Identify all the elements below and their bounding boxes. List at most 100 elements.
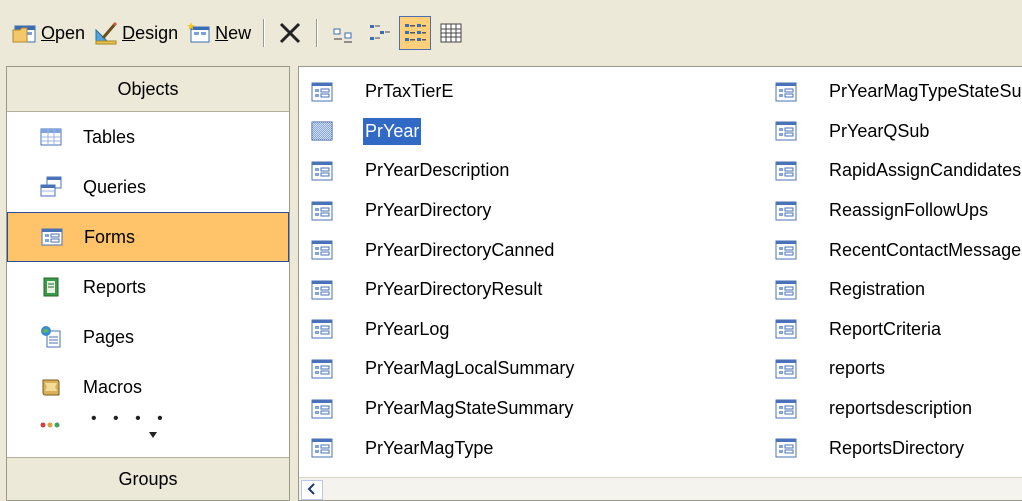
form-list-item-label: ReassignFollowUps [829, 200, 989, 221]
large-icons-button[interactable] [327, 16, 359, 50]
details-view-icon [438, 20, 464, 46]
objects-header[interactable]: Objects [7, 67, 289, 112]
objects-item-tables[interactable]: Tables [7, 112, 289, 162]
groups-header[interactable]: Groups [7, 457, 289, 500]
delete-button[interactable] [274, 16, 306, 50]
objects-item-label: Queries [83, 176, 147, 197]
form-list-item[interactable]: PrYearDescription [311, 151, 576, 191]
form-list-item[interactable]: PrYearQSub [775, 112, 1022, 152]
form-list-item-label: Registration [829, 279, 926, 300]
form-list-item-label: ReportsDirectory [829, 437, 965, 458]
form-icon [775, 280, 797, 300]
objects-item-label: Macros [83, 376, 143, 397]
form-icon [775, 240, 797, 260]
forms-list-column-2: PrYearMagTypeStateSummary PrYearQSub Rapid… [775, 72, 1022, 468]
form-list-item[interactable]: reports [775, 349, 1022, 389]
form-icon [775, 438, 797, 458]
small-icons-button[interactable] [363, 16, 395, 50]
design-ruler-icon [93, 20, 119, 46]
form-list-item-label: PrYearMagLocalSummary [365, 358, 575, 379]
form-list-item-label: PrYearDirectoryCanned [365, 239, 555, 260]
form-list-item[interactable]: ReportCriteria [775, 310, 1022, 350]
form-list-item-label: PrYear [363, 117, 422, 145]
form-icon [775, 319, 797, 339]
form-list-item[interactable]: PrYear [311, 112, 576, 152]
objects-item-label: Tables [83, 126, 136, 147]
form-list-item[interactable]: PrYearDirectoryResult [311, 270, 576, 310]
form-list-item[interactable]: PrYearMagLocalSummary [311, 349, 576, 389]
toolbar-separator [263, 19, 265, 47]
form-icon [311, 359, 333, 379]
form-list-item-label: RecentContactMessages [829, 239, 1022, 260]
form-list-item[interactable]: PrYearDirectory [311, 191, 576, 231]
report-icon [39, 275, 63, 299]
objects-item-pages[interactable]: Pages [7, 312, 289, 362]
form-list-item[interactable]: PrYearMagType [311, 428, 576, 468]
objects-item-queries[interactable]: Queries [7, 162, 289, 212]
form-list-item[interactable]: PrYearMagStateSummary [311, 389, 576, 429]
form-icon [775, 161, 797, 181]
form-list-item-label: PrYearDirectoryResult [365, 279, 543, 300]
objects-bar: Objects Tables Queries Forms Reports Pag… [6, 66, 290, 501]
form-list-item-label: PrYearMagType [365, 437, 494, 458]
forms-list: PrTaxTierE PrYear PrYearDescription PrYearD… [298, 66, 1022, 501]
list-view-icon [402, 20, 428, 46]
form-list-item[interactable]: RapidAssignCandidates [775, 151, 1022, 191]
form-icon [311, 161, 333, 181]
form-icon [775, 399, 797, 419]
form-list-item-label: reports [829, 358, 886, 379]
toolbar: Open Design New [0, 0, 1022, 66]
macro-icon [39, 375, 63, 399]
details-view-button[interactable] [435, 16, 467, 50]
objects-item-forms[interactable]: Forms [7, 212, 289, 262]
objects-item-reports[interactable]: Reports [7, 262, 289, 312]
form-icon [311, 201, 333, 221]
horizontal-scrollbar[interactable] [299, 477, 1022, 500]
design-button[interactable]: Design [89, 13, 182, 53]
form-icon [311, 280, 333, 300]
form-list-item-label: reportsdescription [829, 398, 973, 419]
chevron-left-icon [307, 482, 317, 498]
query-icon [39, 175, 63, 199]
objects-item-label: Reports [83, 276, 147, 297]
list-view-button[interactable] [399, 16, 432, 50]
form-icon [775, 82, 797, 102]
form-icon [311, 438, 333, 458]
form-list-item[interactable]: Registration [775, 270, 1022, 310]
form-list-item[interactable]: RecentContactMessages [775, 230, 1022, 270]
form-icon [311, 82, 333, 102]
delete-x-icon [277, 20, 303, 46]
design-label: Design [122, 22, 179, 43]
form-list-item[interactable]: ReportsDirectory [775, 428, 1022, 468]
form-icon [775, 201, 797, 221]
form-list-item-label: PrYearLog [365, 318, 450, 339]
form-list-item[interactable]: PrYearDirectoryCanned [311, 230, 576, 270]
new-button[interactable]: New [182, 13, 255, 53]
form-list-item[interactable]: reportsdescription [775, 389, 1022, 429]
objects-item-label: Forms [84, 226, 135, 247]
toolbar-separator [316, 19, 318, 47]
objects-more-row: • • • • [7, 410, 289, 454]
form-list-item[interactable]: ReassignFollowUps [775, 191, 1022, 231]
objects-item-label: Pages [83, 326, 135, 347]
form-icon [775, 121, 797, 141]
form-icon [311, 121, 333, 141]
scroll-left-button[interactable] [301, 480, 323, 500]
form-list-item[interactable]: PrYearLog [311, 310, 576, 350]
form-icon [40, 225, 64, 249]
form-icon [311, 319, 333, 339]
form-list-item-label: PrYearDescription [365, 160, 510, 181]
table-icon [39, 125, 63, 149]
chevron-down-icon[interactable] [147, 424, 159, 445]
form-list-item-label: PrYearQSub [829, 120, 930, 141]
form-list-item-label: PrYearMagTypeStateSummary [829, 81, 1022, 102]
form-list-item-label: PrYearMagStateSummary [365, 398, 574, 419]
form-icon [311, 240, 333, 260]
open-button[interactable]: Open [8, 13, 89, 53]
form-list-item[interactable]: PrTaxTierE [311, 72, 576, 112]
form-list-item-label: PrTaxTierE [365, 81, 454, 102]
form-list-item[interactable]: PrYearMagTypeStateSummary [775, 72, 1022, 112]
objects-item-macros[interactable]: Macros [7, 362, 289, 412]
new-form-icon [186, 20, 212, 46]
forms-list-column-1: PrTaxTierE PrYear PrYearDescription PrYearD… [311, 72, 576, 468]
